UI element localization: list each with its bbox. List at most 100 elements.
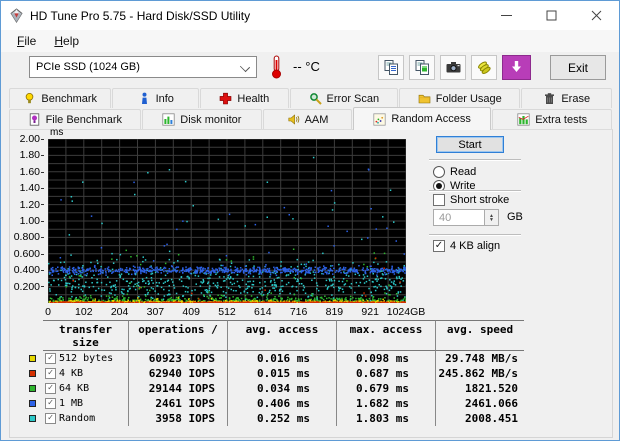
stroke-size-input[interactable]: 40 [433,209,485,226]
tab-label: AAM [305,114,329,126]
avg-speed-cell: 29.748 MB/s [435,351,524,366]
health-cross-icon [219,92,232,105]
tab-disk-monitor[interactable]: Disk monitor [142,109,263,129]
table-row: ✓4 KB62940 IOPS0.015 ms0.687 ms245.862 M… [29,366,524,381]
save-results-button[interactable] [471,55,497,80]
info-icon [138,92,151,105]
results-table: transfer sizeoperations /avg. accessmax.… [29,320,524,426]
speaker-icon [287,113,300,126]
transfer-size-cell: ✓1 MB [43,396,128,411]
thermometer-icon [269,55,284,84]
save-yellow-icon [476,59,493,76]
tab-label: Disk monitor [180,114,241,126]
menu-file[interactable]: File [8,32,45,50]
drive-select[interactable]: PCIe SSD (1024 GB) [29,56,257,78]
menu-help[interactable]: Help [45,32,88,50]
screenshot-button[interactable] [440,55,466,80]
tab-folder-usage[interactable]: Folder Usage [399,88,520,108]
tab-label: Random Access [391,113,470,125]
y-tick-label: 0.600 [10,248,44,260]
color-swatch-icon [29,415,36,422]
series-color-swatch [29,396,43,411]
series-checkbox[interactable]: ✓ [45,368,56,379]
maximize-button[interactable] [529,1,574,30]
series-color-swatch [29,351,43,366]
tab-extra-tests[interactable]: Extra tests [492,109,612,129]
tab-error-scan[interactable]: Error Scan [290,88,398,108]
tab-info[interactable]: Info [112,88,199,108]
read-radio[interactable]: Read [433,166,476,178]
tab-file-benchmark[interactable]: File Benchmark [9,109,141,129]
tab-random-access[interactable]: Random Access [353,107,492,130]
window-title: HD Tune Pro 5.75 - Hard Disk/SSD Utility [30,9,250,23]
latency-scatter-plot [48,139,406,303]
y-tick-label: 1.00 [10,215,44,227]
x-tick-label: 409 [182,306,200,318]
checkbox-icon [433,194,445,206]
title-bar: HD Tune Pro 5.75 - Hard Disk/SSD Utility [1,1,619,30]
transfer-size-label: 1 MB [59,398,83,409]
y-tick-label: 2.00 [10,133,44,145]
tab-aam[interactable]: AAM [263,109,352,129]
table-row: ✓1 MB2461 IOPS0.406 ms1.682 ms2461.066 [29,396,524,411]
transfer-size-label: 4 KB [59,368,83,379]
color-swatch-icon [29,370,36,377]
transfer-size-cell: ✓64 KB [43,381,128,396]
exit-button[interactable]: Exit [550,55,606,80]
x-tick-label: 102 [75,306,93,318]
x-tick-label: 921 [361,306,379,318]
copy-pages-icon [383,59,400,76]
download-button[interactable] [502,55,531,80]
tab-label: Error Scan [327,93,380,105]
separator [429,190,521,192]
read-label: Read [450,166,476,178]
chart-icon [517,113,530,126]
minimize-button[interactable] [484,1,529,30]
tab-label: Extra tests [535,114,587,126]
tab-erase[interactable]: Erase [521,88,612,108]
max-access-cell: 0.679 ms [336,381,435,396]
temperature-readout: -- °C [293,59,320,74]
series-checkbox[interactable]: ✓ [45,413,56,424]
series-checkbox[interactable]: ✓ [45,398,56,409]
short-stroke-label: Short stroke [450,194,509,206]
avg-speed-cell: 245.862 MB/s [435,366,524,381]
separator [429,159,521,161]
column-header: avg. access [227,320,336,351]
x-tick-label: 204 [111,306,129,318]
drive-select-value: PCIe SSD (1024 GB) [36,61,140,73]
trash-icon [543,92,556,105]
close-button[interactable] [574,1,619,30]
tab-label: File Benchmark [46,114,122,126]
avg-speed-cell: 2461.066 [435,396,524,411]
tab-benchmark[interactable]: Benchmark [9,88,111,108]
stroke-size-stepper[interactable]: ▲▼ [485,209,499,226]
align-checkbox[interactable]: ✓ 4 KB align [433,240,500,252]
toolbar: PCIe SSD (1024 GB) -- °C Exit [1,52,619,87]
app-window: HD Tune Pro 5.75 - Hard Disk/SSD Utility… [0,0,620,441]
x-tick-label: 1024GB [387,306,426,318]
series-checkbox[interactable]: ✓ [45,383,56,394]
copy-image-button[interactable] [409,55,435,80]
tab-health[interactable]: Health [200,88,289,108]
y-tick-label: 1.80 [10,149,44,161]
series-checkbox[interactable]: ✓ [45,353,56,364]
align-label: 4 KB align [450,240,500,252]
table-row: ✓Random3958 IOPS0.252 ms1.803 ms2008.451 [29,411,524,426]
x-tick-label: 614 [254,306,272,318]
copy-image-icon [414,59,431,76]
copy-to-clipboard-button[interactable] [378,55,404,80]
download-arrow-icon [508,59,525,76]
max-access-cell: 1.682 ms [336,396,435,411]
tab-label: Info [156,93,174,105]
operations-cell: 60923 IOPS [128,351,227,366]
column-header: max. access [336,320,435,351]
short-stroke-checkbox[interactable]: Short stroke [433,194,509,206]
exit-label: Exit [568,61,588,75]
column-header: transfer size [43,320,128,351]
checkbox-icon: ✓ [433,240,445,252]
start-button[interactable]: Start [436,136,504,153]
max-access-cell: 1.803 ms [336,411,435,426]
app-icon [9,8,24,23]
y-tick-label: 1.20 [10,199,44,211]
